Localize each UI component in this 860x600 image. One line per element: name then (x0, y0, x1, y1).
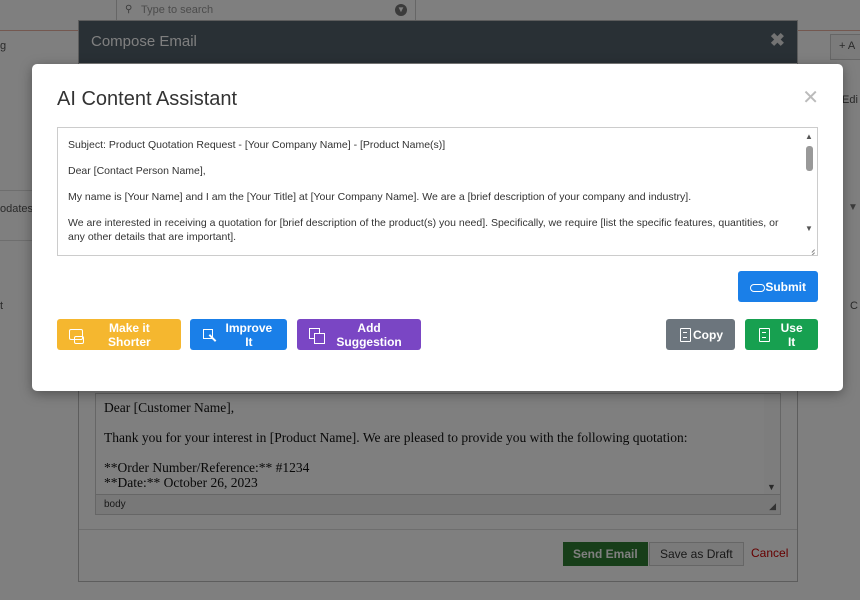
edit-icon (202, 328, 215, 342)
ai-content-textarea[interactable]: Subject: Product Quotation Request - [Yo… (57, 127, 818, 256)
make-shorter-label: Make it Shorter (108, 320, 151, 349)
submit-label: Submit (765, 279, 806, 294)
copy-icon (678, 327, 691, 342)
link-icon (750, 280, 766, 294)
use-it-label: Use It (780, 320, 803, 349)
copy-label: Copy (693, 327, 723, 342)
scroll-down-icon[interactable]: ▼ (805, 224, 813, 233)
textarea-scrollbar[interactable]: ▲ ▼ (801, 128, 817, 238)
content-line: Subject: Product Quotation Request - [Yo… (68, 139, 446, 151)
suggestion-icon (309, 327, 326, 344)
add-suggestion-button[interactable]: Add Suggestion (297, 319, 421, 350)
ai-content-assistant-modal: AI Content Assistant ✕ Subject: Product … (32, 64, 843, 391)
content-line: Dear [Contact Person Name], (68, 165, 206, 177)
chat-icon (69, 328, 84, 344)
content-line: We are interested in receiving a quotati… (68, 217, 779, 243)
improve-label: Improve It (225, 320, 273, 349)
scroll-up-icon[interactable]: ▲ (805, 132, 813, 141)
scroll-thumb[interactable] (806, 146, 813, 171)
improve-button[interactable]: Improve It (190, 319, 287, 350)
modal-title: AI Content Assistant (57, 88, 238, 110)
add-suggestion-label: Add Suggestion (336, 320, 402, 349)
use-it-button[interactable]: Use It (745, 319, 818, 350)
content-line: My name is [Your Name] and I am the [You… (68, 191, 692, 203)
close-icon[interactable]: ✕ (802, 88, 819, 108)
copy-button[interactable]: Copy (666, 319, 735, 350)
submit-button[interactable]: Submit (738, 271, 818, 302)
ai-content-text[interactable]: Subject: Product Quotation Request - [Yo… (58, 128, 817, 244)
make-shorter-button[interactable]: Make it Shorter (57, 319, 181, 350)
document-icon (757, 327, 771, 342)
resize-handle-icon[interactable] (806, 244, 816, 254)
